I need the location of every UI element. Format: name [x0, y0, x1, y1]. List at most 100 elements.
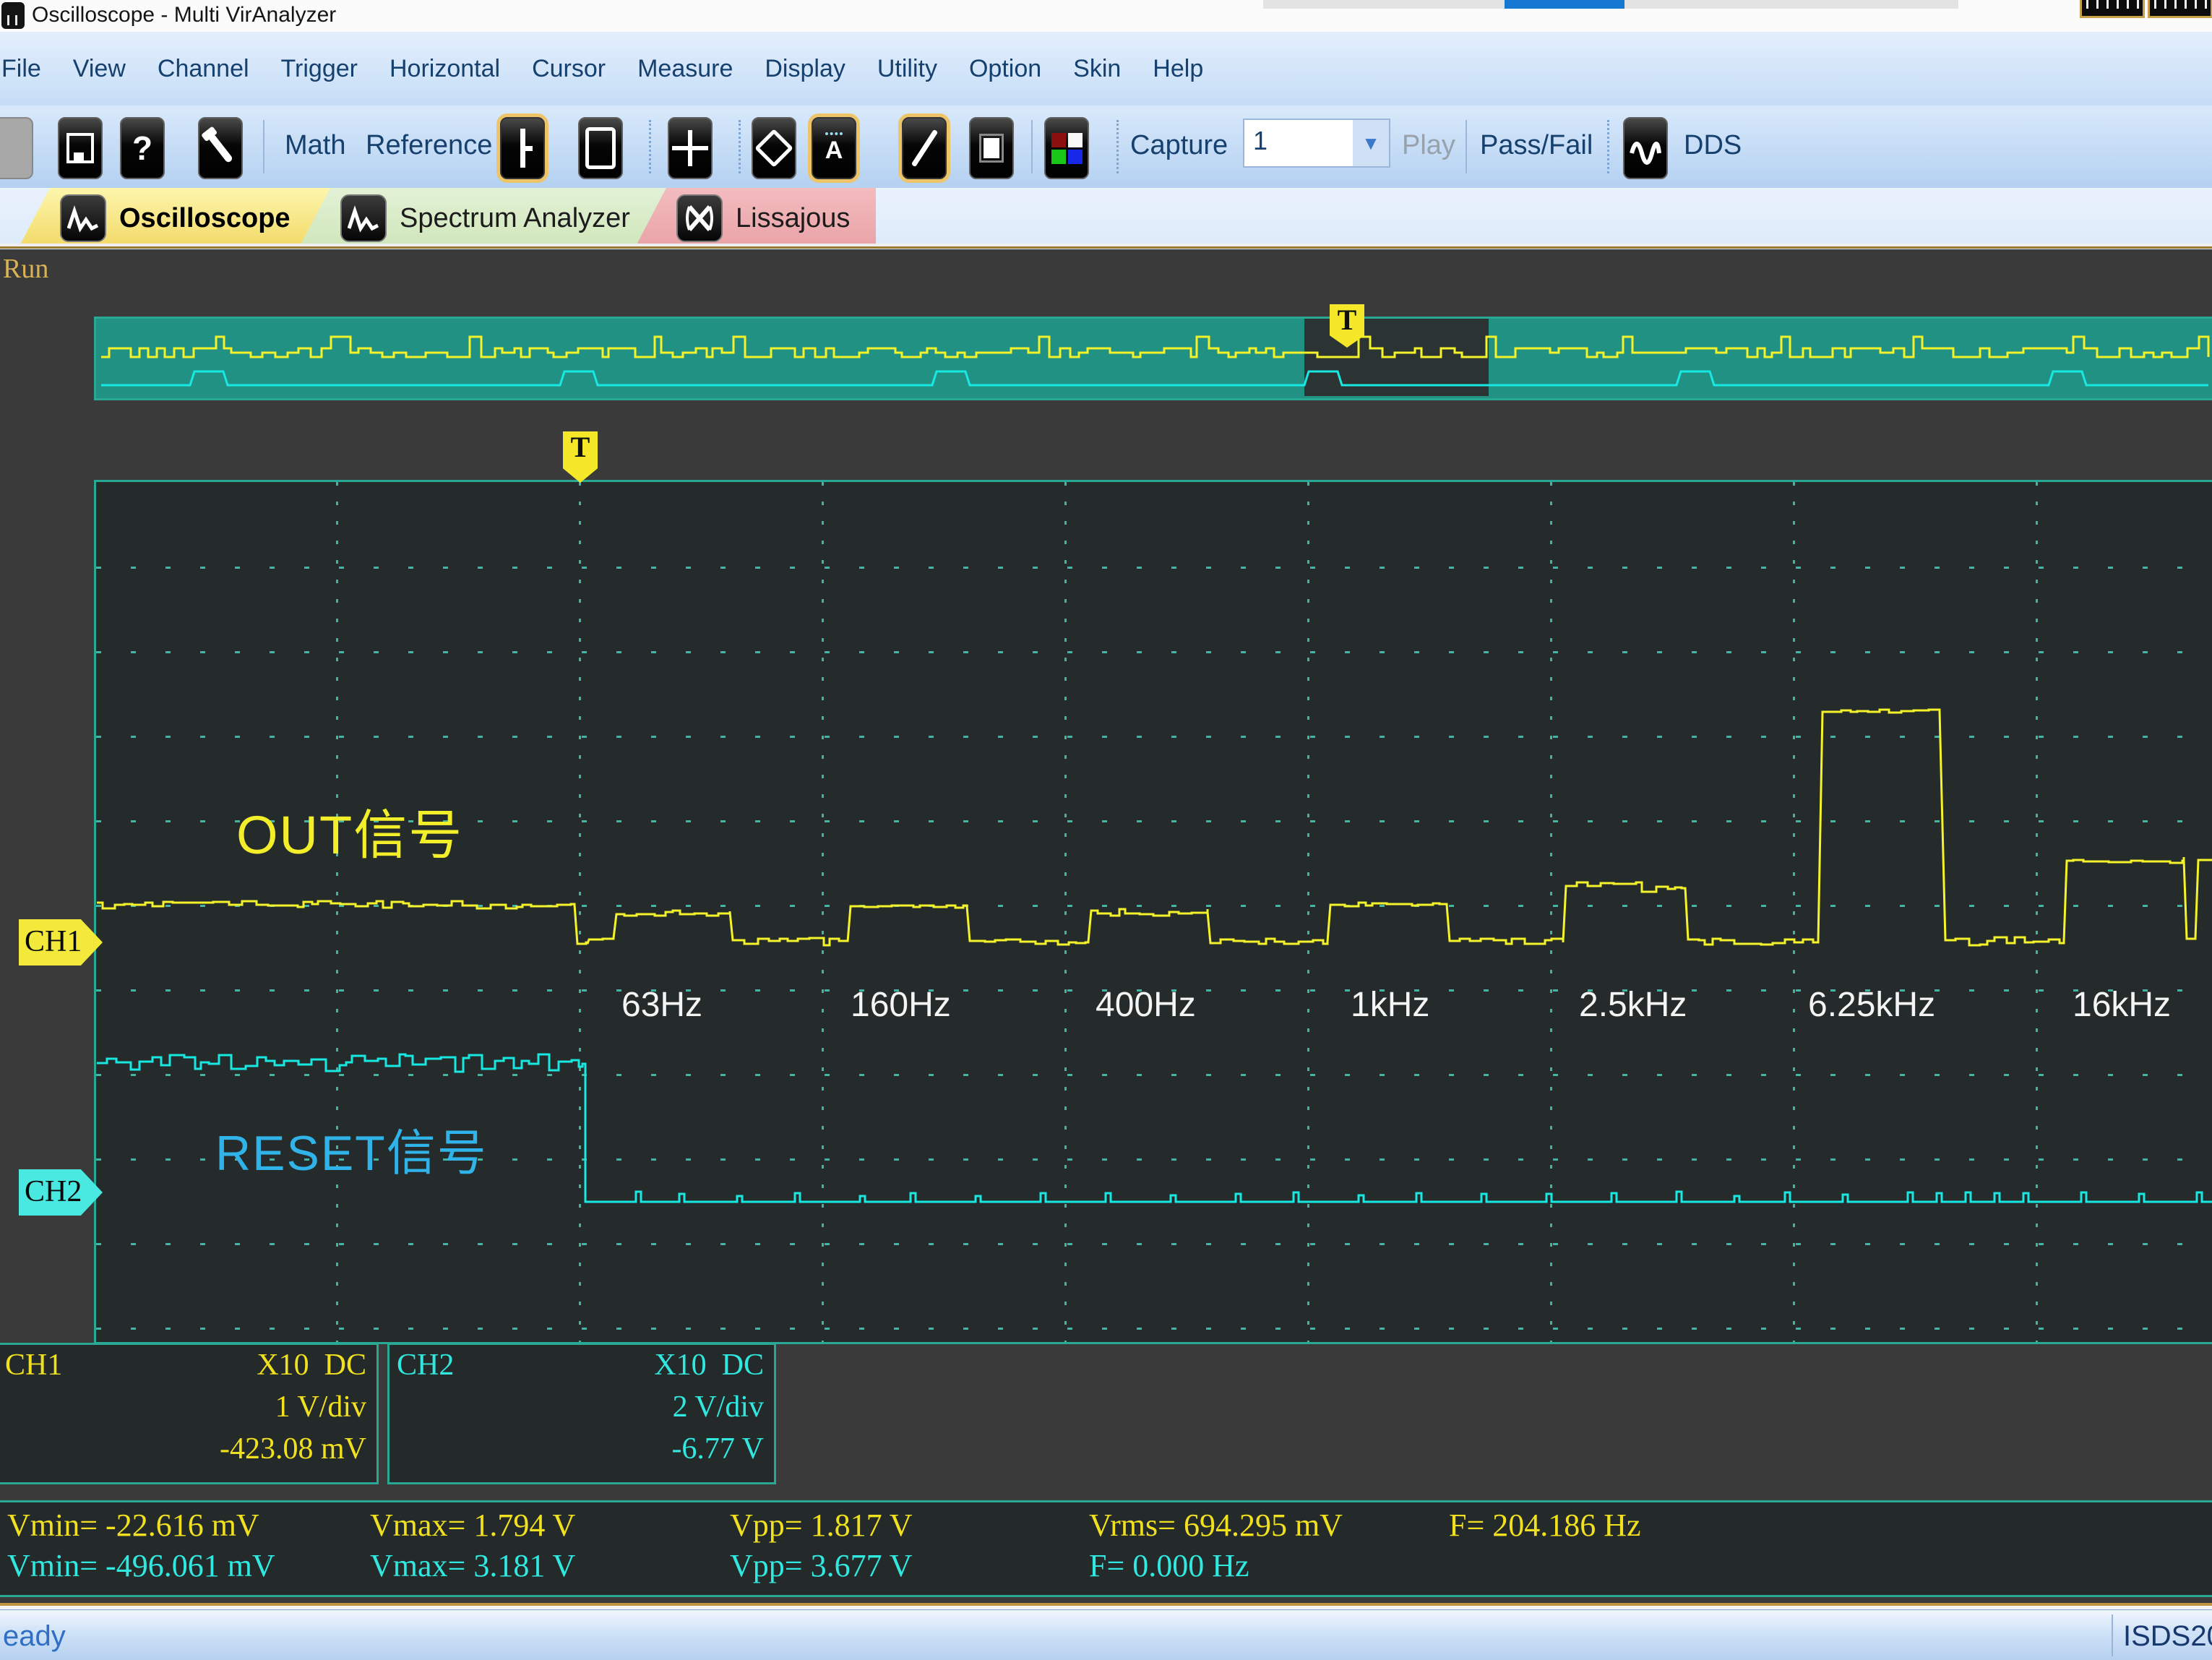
toolbar-separator — [1116, 120, 1119, 173]
ch1-probe-coupling: X10 DC — [257, 1348, 366, 1382]
ch1-measurement: Vmax= 1.794 V — [370, 1507, 575, 1544]
ch1-measurement: F= 204.186 Hz — [1449, 1507, 1641, 1544]
save-button[interactable] — [58, 117, 103, 179]
tab-lissajous[interactable]: Lissajous — [634, 188, 876, 249]
toolbar-separator — [739, 120, 741, 173]
ch2-measurement: Vmax= 3.181 V — [370, 1547, 575, 1584]
ch1-info-panel[interactable]: CH1 X10 DC 1 V/div -423.08 mV — [0, 1343, 379, 1484]
stop-icon — [984, 138, 999, 158]
capture-count-value: 1 — [1244, 120, 1353, 166]
capture-label: Capture — [1130, 130, 1228, 161]
reset-signal-annotation: RESET信号 — [215, 1113, 488, 1184]
freq-label: 1kHz — [1351, 985, 1429, 1025]
pass-fail-button[interactable]: Pass/Fail — [1480, 130, 1593, 161]
ready-status: eady — [3, 1620, 66, 1653]
toolbar-separator — [649, 120, 651, 173]
freq-label: 63Hz — [621, 985, 702, 1025]
freq-label: 160Hz — [851, 985, 951, 1025]
toolbar: ? Math Reference A Capture 1 ▼ Play Pass… — [0, 106, 2212, 189]
menu-item-measure[interactable]: Measure — [637, 55, 733, 83]
trigger-marker-main[interactable]: T — [563, 431, 598, 483]
dds-wave-icon — [1627, 130, 1664, 166]
ch1-offset: -423.08 mV — [220, 1432, 366, 1466]
help-button[interactable]: ? — [120, 117, 165, 179]
title-bar: Oscilloscope - Multi VirAnalyzer — [0, 0, 2212, 32]
color-settings-button[interactable] — [1044, 117, 1089, 179]
vertical-cursor-icon — [520, 129, 525, 168]
ch2-volts-per-div: 2 V/div — [673, 1390, 764, 1424]
menu-item-display[interactable]: Display — [765, 55, 845, 83]
ch2-measurement: Vpp= 3.677 V — [730, 1547, 913, 1584]
ch1-measurement: Vmin= -22.616 mV — [7, 1507, 259, 1544]
diagonal-line-icon — [911, 129, 937, 167]
window-title: Oscilloscope - Multi VirAnalyzer — [32, 3, 336, 27]
menu-item-trigger[interactable]: Trigger — [281, 55, 358, 83]
measurement-bar: Vmin= -22.616 mV Vmax= 1.794 V Vpp= 1.817 … — [0, 1500, 2212, 1597]
ch2-info-panel[interactable]: CH2 X10 DC 2 V/div -6.77 V — [387, 1343, 776, 1484]
ch2-measurement: F= 0.000 Hz — [1089, 1547, 1249, 1584]
dds-button[interactable] — [1623, 117, 1668, 179]
freq-label: 2.5kHz — [1579, 985, 1687, 1025]
play-button[interactable]: Play — [1402, 130, 1455, 161]
menu-item-option[interactable]: Option — [969, 55, 1041, 83]
math-button[interactable]: Math — [285, 130, 345, 161]
autoset-button[interactable] — [668, 117, 713, 179]
ch1-volts-per-div: 1 V/div — [275, 1390, 366, 1424]
stop-button[interactable] — [969, 117, 1014, 179]
capture-count-select[interactable]: 1 ▼ — [1243, 119, 1390, 168]
palette-icon — [1051, 133, 1083, 164]
menu-item-horizontal[interactable]: Horizontal — [390, 55, 500, 83]
wave-a-icon: A — [825, 132, 843, 165]
help-icon: ? — [132, 129, 152, 168]
acquisition-overview-strip[interactable] — [94, 317, 2212, 400]
menu-item-channel[interactable]: Channel — [158, 55, 249, 83]
ch1-panel-name: CH1 — [5, 1348, 62, 1382]
oscilloscope-icon — [60, 194, 106, 242]
wrench-icon — [207, 133, 233, 163]
background-window-progress — [1505, 0, 1624, 9]
tab-divider-gold — [0, 246, 2212, 249]
menu-item-cursor[interactable]: Cursor — [532, 55, 606, 83]
menu-item-view[interactable]: View — [73, 55, 126, 83]
tab-bar: Oscilloscope Spectrum Analyzer Lissajous — [0, 188, 2212, 249]
toolbar-separator — [263, 120, 264, 173]
cursor-mode-button[interactable] — [500, 117, 545, 179]
toolbar-separator — [1466, 120, 1467, 173]
ch2-probe-coupling: X10 DC — [654, 1348, 764, 1382]
status-bar: eady ISDS205 — [0, 1609, 2212, 1660]
tab-oscilloscope[interactable]: Oscilloscope — [18, 188, 343, 249]
reference-button[interactable]: Reference — [366, 130, 492, 161]
freq-label: 6.25kHz — [1808, 985, 1935, 1025]
toolbar-separator — [1607, 120, 1609, 173]
ch2-offset: -6.77 V — [671, 1432, 764, 1466]
full-screen-button[interactable] — [578, 117, 623, 179]
menu-item-utility[interactable]: Utility — [877, 55, 937, 83]
out-signal-annotation: OUT信号 — [236, 792, 463, 869]
dds-label: DDS — [1684, 130, 1742, 161]
ch2-panel-name: CH2 — [397, 1348, 454, 1382]
background-waveform-icon — [2080, 0, 2145, 18]
device-model: ISDS205 — [2123, 1620, 2212, 1653]
autoset-icon — [672, 130, 708, 166]
waveform-annotation-button[interactable]: A — [812, 117, 856, 179]
app-icon — [1, 2, 25, 29]
open-file-button[interactable] — [0, 117, 33, 179]
tab-spectrum-analyzer[interactable]: Spectrum Analyzer — [298, 188, 679, 249]
menu-item-help[interactable]: Help — [1153, 55, 1203, 83]
menu-item-skin[interactable]: Skin — [1073, 55, 1121, 83]
chevron-down-icon[interactable]: ▼ — [1353, 120, 1389, 166]
xy-mode-button[interactable] — [752, 117, 796, 179]
menu-item-file[interactable]: File — [1, 55, 41, 83]
status-separator — [2112, 1614, 2113, 1656]
ch2-measurement: Vmin= -496.061 mV — [7, 1547, 275, 1584]
freq-label: 16kHz — [2073, 985, 2171, 1025]
line-draw-button[interactable] — [902, 117, 947, 179]
lissajous-icon — [676, 194, 723, 242]
ch1-measurement: Vpp= 1.817 V — [730, 1507, 913, 1544]
waveform-display[interactable] — [94, 480, 2212, 1344]
settings-button[interactable] — [198, 117, 243, 179]
spectrum-icon — [340, 194, 387, 242]
ch2-ground-marker[interactable]: CH2 — [19, 1169, 103, 1216]
ch1-ground-marker[interactable]: CH1 — [19, 919, 103, 966]
ch1-measurement: Vrms= 694.295 mV — [1089, 1507, 1343, 1544]
